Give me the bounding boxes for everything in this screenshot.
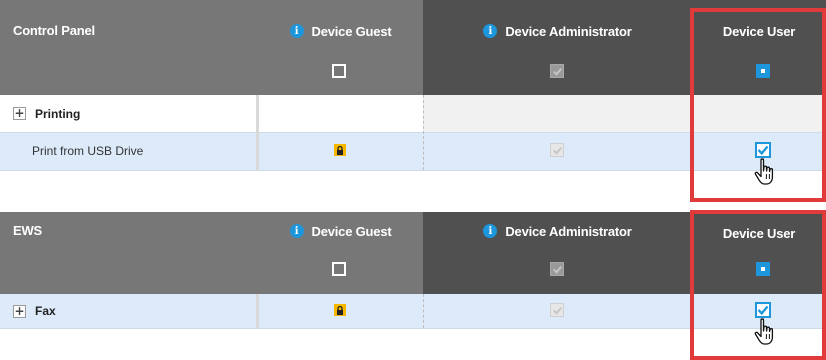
fax-admin-checkbox [550,303,564,317]
info-icon[interactable]: i [289,224,304,238]
fax-label: Fax [35,304,56,318]
section2-col-guest: i Device Guest [258,222,423,240]
info-icon[interactable]: i [289,24,304,38]
section1-col-admin: i Device Administrator [423,22,692,40]
info-icon[interactable]: i [483,224,498,238]
hand-pointer-icon [752,156,784,193]
section1-col-guest: i Device Guest [258,22,423,40]
guest-select-all-checkbox[interactable] [332,262,346,276]
info-icon[interactable]: i [483,24,498,38]
printing-row-bg-guest [258,95,423,132]
hand-pointer-icon [752,316,784,353]
col-guest-label: Device Guest [311,23,392,39]
guest-select-all-checkbox[interactable] [332,64,346,78]
section2-col-admin: i Device Administrator [423,222,692,240]
column-separator [423,294,424,328]
expand-icon[interactable]: + [13,304,26,318]
column-separator [423,95,424,170]
section1-admin-col-header [423,0,692,95]
admin-select-all-checkbox [550,64,564,78]
admin-select-all-checkbox [550,262,564,276]
col-admin-label: Device Administrator [505,223,632,239]
lock-icon [334,144,346,156]
fax-row[interactable]: + Fax [13,294,56,328]
section2-title: EWS [13,223,43,238]
printing-row[interactable]: + Printing [13,95,80,132]
usb-admin-checkbox [550,143,564,157]
usb-label: Print from USB Drive [32,144,144,158]
col-guest-label: Device Guest [311,223,392,239]
section1-title: Control Panel [13,23,95,38]
column-separator [256,95,259,170]
lock-icon [334,304,346,316]
column-separator [256,294,259,328]
printing-label: Printing [35,106,81,121]
col-admin-label: Device Administrator [505,23,632,39]
usb-row[interactable]: Print from USB Drive [32,132,143,170]
expand-icon[interactable]: + [13,107,26,120]
